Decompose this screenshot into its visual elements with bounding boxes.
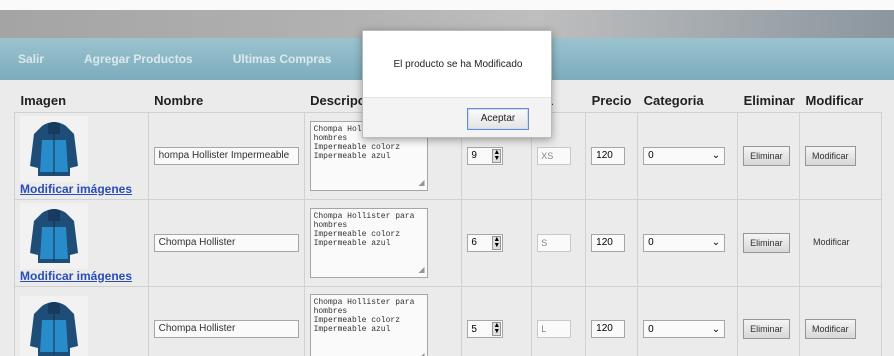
- alert-dialog: El producto se ha Modificado Aceptar: [362, 30, 552, 138]
- aceptar-button[interactable]: Aceptar: [467, 108, 529, 130]
- dialog-message: El producto se ha Modificado: [393, 59, 523, 70]
- dialog-footer: Aceptar: [363, 97, 551, 137]
